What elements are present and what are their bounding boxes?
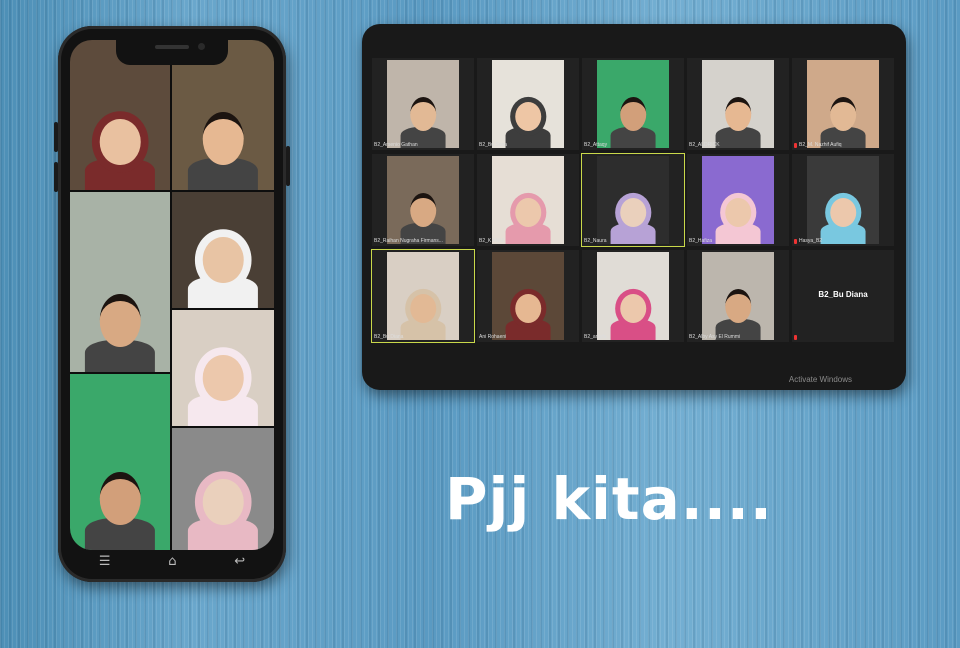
volume-down-button [54,162,58,192]
participant-video [702,60,774,148]
zoom-video-tile[interactable]: B2_Bu Diana [371,249,475,343]
participant-name-label: B2_Hafiza [689,238,713,244]
participant-video [387,60,459,148]
participant-video [597,156,669,244]
participant-silhouette [503,185,554,244]
volume-up-button [54,122,58,152]
muted-mic-icon [794,143,797,148]
participant-silhouette [713,185,764,244]
participant-name-label: B2_M. Nazhif Aufiq [799,142,842,148]
participant-name-label: B2_arsyfa [584,334,607,340]
participant-silhouette [81,281,159,372]
participant-video [492,252,564,340]
activate-windows-watermark: Activate Windows [788,375,852,384]
participant-name-large: B2_Bu Diana [818,290,868,299]
zoom-video-tile[interactable]: B2_Attaqy [582,58,684,150]
home-icon[interactable]: ⌂ [168,554,176,569]
muted-mic-icon [794,239,797,244]
participant-video [702,156,774,244]
phone-video-tile[interactable] [70,192,170,372]
zoom-video-tile[interactable]: B2_Naura [581,153,685,247]
zoom-video-tile[interactable]: Hasya_B2 [792,154,894,246]
phone-video-tile[interactable] [172,428,274,550]
zoom-video-tile[interactable]: Ani Rohaeni [477,250,579,342]
participant-silhouette [184,99,262,190]
phone-video-tile[interactable] [70,374,170,550]
phone-notch [116,40,228,65]
participant-video [807,60,879,148]
participant-name-label: Hasya_B2 [799,238,823,244]
power-button [286,146,290,186]
participant-name-label: B2_Bu Sona [479,142,508,148]
zoom-video-tile[interactable]: B2_ALDRICK [687,58,789,150]
zoom-video-tile[interactable]: B2_Raihan Nugraha Firmans... [372,154,474,246]
participant-silhouette [81,99,159,190]
zoom-video-tile[interactable]: B2_Bu Diana [792,250,894,342]
participant-name-label: Ani Rohaeni [479,334,507,340]
participant-silhouette [608,281,659,340]
participant-silhouette [818,89,869,148]
phone-screen [70,40,274,550]
phone-frame: ☰ ⌂ ↩ [54,26,290,582]
participant-video [492,156,564,244]
zoom-window: B2_Arsenio Gathan B2_Bu Sona B2_Attaqy B2_A… [362,24,906,390]
participant-video [702,252,774,340]
participant-video [387,252,459,340]
participant-video [597,60,669,148]
zoom-video-tile[interactable]: B2_K ANNI [477,154,579,246]
participant-silhouette [398,89,449,148]
participant-name-label: B2_Attaqy [584,142,608,148]
back-icon[interactable]: ↩ [234,554,245,569]
participant-silhouette [608,89,659,148]
participant-video [807,156,879,244]
participant-silhouette [713,281,764,340]
participant-name-label: B2_ALDRICK [689,142,720,148]
zoom-video-tile[interactable]: B2_Bu Sona [477,58,579,150]
participant-name-label: B2_Naura [584,238,607,244]
participant-silhouette [713,89,764,148]
participant-silhouette [184,459,262,550]
zoom-video-tile[interactable]: B2_Hafiza [687,154,789,246]
participant-name-label: B2_Raihan Nugraha Firmans... [374,238,443,244]
zoom-video-tile[interactable]: B2_Arsenio Gathan [372,58,474,150]
participant-silhouette [503,89,554,148]
caption: Pjj kita.... [445,465,773,533]
phone-navbar: ☰ ⌂ ↩ [70,546,274,576]
zoom-video-tile[interactable]: B2_Alby Asy El Rummi [687,250,789,342]
participant-silhouette [818,185,869,244]
participant-video [597,252,669,340]
participant-name-label: B2_Arsenio Gathan [374,142,418,148]
participant-silhouette [398,185,449,244]
participant-silhouette [81,459,159,550]
zoom-video-tile[interactable]: B2_arsyfa [582,250,684,342]
participant-video [492,60,564,148]
participant-silhouette [184,335,262,426]
participant-name-label: B2_K ANNI [479,238,505,244]
participant-silhouette [608,185,659,244]
phone-video-tile[interactable] [172,192,274,308]
participant-silhouette [398,281,449,340]
participant-video [387,156,459,244]
muted-mic-icon [794,335,797,340]
participant-silhouette [503,281,554,340]
video-grid: B2_Arsenio Gathan B2_Bu Sona B2_Attaqy B2_A… [371,58,896,348]
participant-silhouette [184,217,262,308]
menu-icon[interactable]: ☰ [99,554,111,569]
participant-name-label: B2_Alby Asy El Rummi [689,334,741,340]
zoom-video-tile[interactable]: B2_M. Nazhif Aufiq [792,58,894,150]
phone-video-tile[interactable] [172,310,274,426]
participant-name-label: B2_Bu Diana [374,334,404,340]
